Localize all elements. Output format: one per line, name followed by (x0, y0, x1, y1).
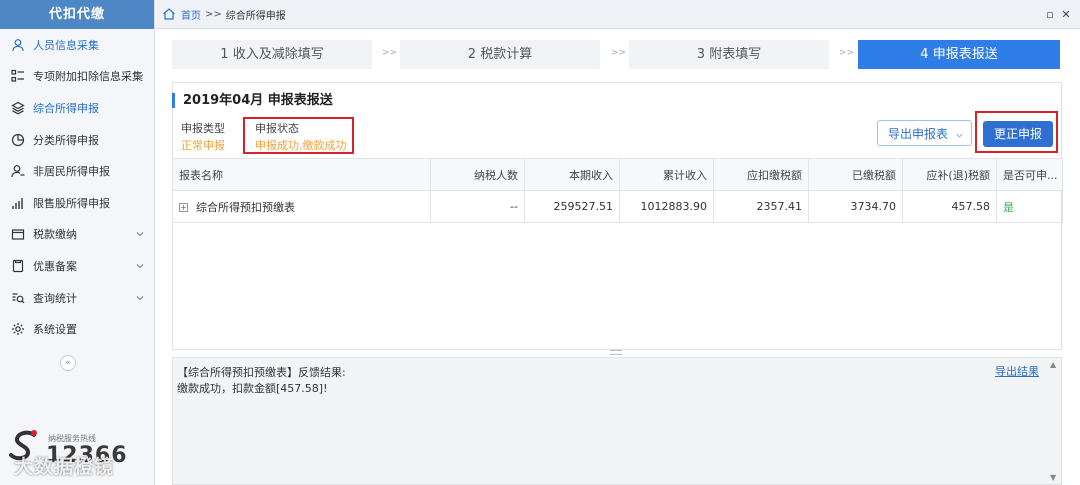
col-header-can-file: 是否可申... (996, 158, 1063, 191)
chevron-down-icon (135, 229, 145, 239)
step-arrow: >> (839, 48, 855, 58)
table-header-row: 报表名称 纳税人数 本期收入 累计收入 应扣缴税额 已缴税额 应补(退)税额 是… (172, 158, 1063, 191)
scroll-down-icon[interactable]: ▼ (1050, 473, 1056, 482)
person-outline-icon (10, 163, 26, 179)
sidebar-item-classified-income[interactable]: 分类所得申报 (0, 124, 154, 156)
feedback-panel: 【综合所得预扣预缴表】反馈结果: 缴款成功，扣款金额[457.58]! 导出结果… (172, 357, 1062, 485)
sidebar-item-label: 专项附加扣除信息采集 (33, 70, 143, 84)
step-arrow: >> (611, 48, 627, 58)
sidebar-item-label: 分类所得申报 (33, 133, 99, 147)
breadcrumb-home-link[interactable]: 首页 (181, 7, 201, 22)
pie-icon (10, 132, 26, 148)
step-arrow: >> (382, 48, 398, 58)
sidebar-item-label: 税款缴纳 (33, 228, 77, 242)
return-table: 报表名称 纳税人数 本期收入 累计收入 应扣缴税额 已缴税额 应补(退)税额 是… (172, 158, 1063, 223)
breadcrumb-separator: >> (205, 8, 222, 20)
bar-chart-icon (10, 195, 26, 211)
feedback-message: 缴款成功，扣款金额[457.58]! (177, 382, 328, 395)
cell-current-income: 259527.51 (524, 190, 620, 223)
filing-type-value: 正常申报 (181, 139, 225, 152)
chevron-down-icon (135, 71, 145, 81)
sidebar-item-label: 优惠备案 (33, 259, 77, 273)
chevron-down-icon (955, 129, 964, 138)
highlight-box-correct (975, 111, 1058, 153)
close-window-button[interactable]: ✕ (1060, 8, 1072, 21)
feedback-title: 【综合所得预扣预缴表】反馈结果: (177, 366, 346, 379)
step-income-deduction[interactable]: 1 收入及减除填写 (172, 40, 372, 69)
document-icon (10, 258, 26, 274)
cell-can-file: 是 (996, 190, 1063, 223)
cell-tax-due: 457.58 (902, 190, 997, 223)
sidebar-item-special-deduction[interactable]: 专项附加扣除信息采集 (0, 61, 154, 93)
step-attachment[interactable]: 3 附表填写 (629, 40, 829, 69)
gear-icon (10, 321, 26, 337)
export-return-dropdown[interactable]: 导出申报表 (877, 120, 972, 146)
col-header-cumulative-income: 累计收入 (619, 158, 714, 191)
cell-tax-paid: 3734.70 (808, 190, 903, 223)
query-icon (10, 290, 26, 306)
expand-icon[interactable]: + (179, 203, 188, 212)
step-submission[interactable]: 4 申报表报送 (858, 40, 1060, 69)
sidebar-item-tax-payment[interactable]: 税款缴纳 (0, 219, 154, 251)
folder-icon (10, 226, 26, 242)
export-result-link[interactable]: 导出结果 (995, 363, 1039, 379)
feedback-scrollbar[interactable]: ▲ ▼ (1047, 358, 1061, 484)
sidebar-item-label: 非居民所得申报 (33, 165, 110, 179)
sidebar-item-comprehensive-income[interactable]: 综合所得申报 (0, 92, 154, 124)
watermark: 大数据橙镜 (14, 456, 115, 478)
cell-taxpayers: -- (430, 190, 525, 223)
sidebar-item-label: 人员信息采集 (33, 38, 99, 52)
sidebar-item-restricted-stock[interactable]: 限售股所得申报 (0, 187, 154, 219)
sidebar-item-personnel-info[interactable]: 人员信息采集 (0, 29, 154, 61)
chevron-down-icon (135, 261, 145, 271)
cell-tax-withheld: 2357.41 (713, 190, 809, 223)
sidebar-collapse-button[interactable]: « (60, 355, 76, 371)
col-header-taxpayers: 纳税人数 (430, 158, 525, 191)
sidebar-item-query-statistics[interactable]: 查询统计 (0, 282, 154, 314)
chevron-down-icon (135, 293, 145, 303)
col-header-current-income: 本期收入 (524, 158, 620, 191)
breadcrumb-bar: 首页 >> 综合所得申报 ▫ ✕ (156, 0, 1080, 29)
step-tax-calculation[interactable]: 2 税款计算 (400, 40, 600, 69)
sidebar-item-label: 查询统计 (33, 291, 77, 305)
report-name-text: 综合所得预扣预缴表 (196, 200, 295, 214)
col-header-tax-withheld: 应扣缴税额 (713, 158, 809, 191)
restore-window-button[interactable]: ▫ (1044, 8, 1056, 21)
sidebar-title: 代扣代缴 (0, 0, 154, 29)
list-icon (10, 68, 26, 84)
breadcrumb-current: 综合所得申报 (225, 10, 286, 22)
layers-icon (10, 100, 26, 116)
sidebar-item-system-settings[interactable]: 系统设置 (0, 313, 154, 345)
filing-type-label: 申报类型 (181, 122, 225, 135)
cell-cumulative-income: 1012883.90 (619, 190, 714, 223)
sidebar-item-label: 综合所得申报 (33, 101, 99, 115)
sidebar-item-label: 限售股所得申报 (33, 196, 110, 210)
col-header-tax-due: 应补(退)税额 (902, 158, 997, 191)
scroll-up-icon[interactable]: ▲ (1050, 360, 1056, 369)
table-row[interactable]: + 综合所得预扣预缴表 -- 259527.51 1012883.90 2357.… (172, 190, 1063, 223)
home-icon[interactable] (162, 7, 176, 21)
sidebar-item-label: 系统设置 (33, 323, 77, 337)
page-title: 2019年04月 申报表报送 (172, 93, 333, 108)
export-return-label: 导出申报表 (888, 126, 949, 141)
highlight-box-status (243, 117, 354, 154)
col-header-tax-paid: 已缴税额 (808, 158, 903, 191)
panel-splitter-handle[interactable] (610, 350, 622, 355)
person-icon (10, 37, 26, 53)
col-header-report-name: 报表名称 (172, 158, 431, 191)
sidebar-item-preferential-filing[interactable]: 优惠备案 (0, 250, 154, 282)
cell-report-name: + 综合所得预扣预缴表 (172, 190, 431, 223)
sidebar: 代扣代缴 人员信息采集 专项附加扣除信息采集 综合所得申报 分类所得申报 非居民… (0, 0, 155, 485)
sidebar-item-nonresident-income[interactable]: 非居民所得申报 (0, 155, 154, 187)
